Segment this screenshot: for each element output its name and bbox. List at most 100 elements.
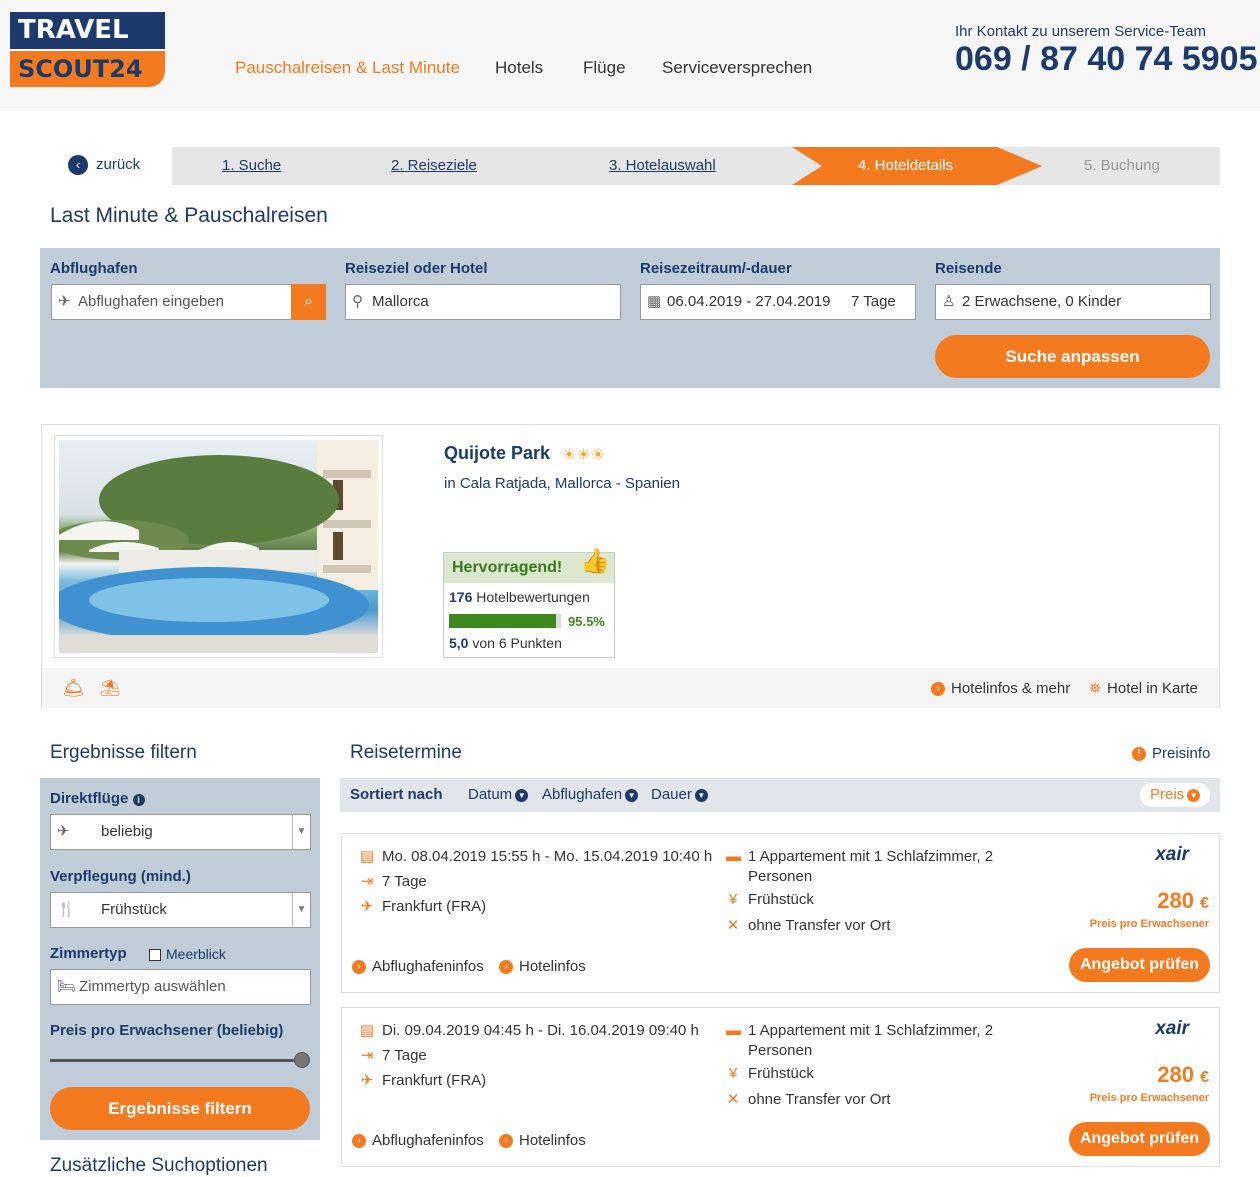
hotel-pool-illustration xyxy=(59,440,378,653)
sort-airport-label: Abflughafen xyxy=(542,786,623,803)
seaview-label: Meerblick xyxy=(166,946,226,962)
filter-submit-button[interactable]: Ergebnisse filtern xyxy=(50,1087,310,1130)
result-dates: ▤ Di. 09.04.2019 04:45 h - Di. 16.04.2019… xyxy=(360,1021,699,1039)
departure-input[interactable]: ✈ Abflughafen eingeben xyxy=(51,284,292,320)
result-price-value: 280 xyxy=(1157,1062,1194,1087)
destination-input[interactable]: ⚲ Mallorca xyxy=(345,284,621,320)
check-offer-button[interactable]: Angebot prüfen xyxy=(1069,948,1210,982)
rating-box[interactable]: Hervorragend! 👍 176 Hotelbewertungen 95.5… xyxy=(443,548,615,658)
cutlery-icon: 🍴 xyxy=(57,901,76,918)
beach-icon: ⛱ xyxy=(100,680,121,697)
direct-flights-value: beliebig xyxy=(101,823,153,840)
result-transfer-text: ohne Transfer vor Ort xyxy=(748,917,891,934)
duration-icon: ⇥ xyxy=(360,873,374,890)
nav-pauschalreisen[interactable]: Pauschalreisen & Last Minute xyxy=(235,58,460,78)
page-title: Last Minute & Pauschalreisen xyxy=(50,204,328,227)
hotel-map-link[interactable]: ⛯ Hotel in Karte xyxy=(1089,680,1198,697)
hotel-info-link[interactable]: › Hotelinfos xyxy=(499,1132,586,1149)
direct-flights-select[interactable]: ✈ beliebig ▼ xyxy=(50,814,311,850)
result-airport: ✈ Frankfurt (FRA) xyxy=(360,1071,486,1089)
contact-label: Ihr Kontakt zu unserem Service-Team xyxy=(955,23,1206,40)
step-buchung: 5. Buchung xyxy=(1084,157,1160,174)
reviews-count: 176 xyxy=(449,589,473,605)
step-hotelauswahl[interactable]: 3. Hotelauswahl xyxy=(609,147,716,185)
board-select[interactable]: 🍴 Frühstück ▼ xyxy=(50,892,311,928)
more-search-options[interactable]: Zusätzliche Suchoptionen xyxy=(50,1155,268,1177)
period-input[interactable]: ▦ 06.04.2019 - 27.04.2019 7 Tage xyxy=(640,284,916,320)
result-room: ▬ 1 Appartement mit 1 Schlafzimmer, 2 Pers… xyxy=(726,847,1026,887)
result-price: 280 € xyxy=(1157,1062,1209,1088)
location-pin-icon: ⚲ xyxy=(352,293,363,310)
reviews-line: 176 Hotelbewertungen xyxy=(449,589,590,605)
airport-info-link[interactable]: › Abflughafeninfos xyxy=(352,1132,484,1149)
destination-value: Mallorca xyxy=(372,293,429,310)
bed-icon: ▬ xyxy=(726,848,741,865)
result-card: ▤ Mo. 08.04.2019 15:55 h - Mo. 15.04.2019… xyxy=(341,833,1220,993)
rating-header: Hervorragend! 👍 xyxy=(444,548,614,583)
seaview-checkbox[interactable]: Meerblick xyxy=(149,946,226,962)
hotel-location: in Cala Ratjada, Mallorca - Spanien xyxy=(444,475,680,492)
step-reiseziele[interactable]: 2. Reiseziele xyxy=(391,147,477,185)
chevron-right-icon: › xyxy=(931,682,945,697)
hotel-info-link[interactable]: › Hotelinfos xyxy=(499,958,586,975)
sort-price[interactable]: Preis ▼ xyxy=(1140,783,1211,807)
sort-airport[interactable]: Abflughafen ▼ xyxy=(542,778,639,812)
contact-phone[interactable]: 069 / 87 40 74 5905 xyxy=(955,40,1258,79)
airport-info-link[interactable]: › Abflughafeninfos xyxy=(352,958,484,975)
hotel-name[interactable]: Quijote Park xyxy=(444,443,550,464)
travelscout24-logo[interactable]: TRAVEL SCOUT24 xyxy=(10,12,165,87)
chevron-right-icon: › xyxy=(499,960,513,975)
hotel-info-label: Hotelinfos & mehr xyxy=(951,680,1071,697)
hotel-info-link[interactable]: › Hotelinfos & mehr xyxy=(931,680,1070,697)
result-room-line2: Personen xyxy=(748,1042,813,1059)
destination-label: Reiseziel oder Hotel xyxy=(345,260,488,277)
travelers-value: 2 Erwachsene, 0 Kinder xyxy=(962,293,1122,310)
room-type-input[interactable]: 🛏 Zimmertyp auswählen xyxy=(50,969,311,1005)
back-button[interactable]: ‹ zurück xyxy=(68,155,140,175)
result-duration-text: 7 Tage xyxy=(382,1047,427,1064)
result-board: ¥ Frühstück xyxy=(726,1065,814,1082)
price-slider-track[interactable] xyxy=(50,1059,302,1062)
travelers-label: Reisende xyxy=(935,260,1002,277)
score-line: 5,0 von 6 Punkten xyxy=(449,635,562,651)
price-info-label: Preisinfo xyxy=(1152,745,1211,762)
nav-hotels[interactable]: Hotels xyxy=(495,58,543,78)
reviews-label: Hotelbewertungen xyxy=(476,589,590,605)
chevron-right-icon: › xyxy=(352,1134,366,1149)
operator-logo: xair xyxy=(1155,844,1189,865)
price-info-link[interactable]: ! Preisinfo xyxy=(1132,745,1210,762)
score-value: 5,0 xyxy=(449,635,469,651)
room-type-placeholder: Zimmertyp auswählen xyxy=(79,978,226,995)
results-title: Reisetermine xyxy=(350,742,462,763)
result-board: ¥ Frühstück xyxy=(726,891,814,908)
hotel-map-label: Hotel in Karte xyxy=(1107,680,1198,697)
step-suche[interactable]: 1. Suche xyxy=(222,147,281,185)
period-value: 06.04.2019 - 27.04.2019 xyxy=(667,293,831,310)
hotel-photo[interactable] xyxy=(54,435,383,658)
chevron-down-icon: ▼ xyxy=(694,788,708,802)
sort-bar: Sortiert nach Datum ▼ Abflughafen ▼ Dauer ▼… xyxy=(340,778,1220,812)
bed-icon: 🛏 xyxy=(57,978,77,995)
price-slider-handle[interactable] xyxy=(294,1052,310,1068)
nav-fluege[interactable]: Flüge xyxy=(583,58,626,78)
nav-serviceversprechen[interactable]: Serviceversprechen xyxy=(662,58,812,78)
result-card: ▤ Di. 09.04.2019 04:45 h - Di. 16.04.2019… xyxy=(341,1007,1220,1167)
price-filter-label: Preis pro Erwachsener (beliebig) xyxy=(50,1022,284,1039)
thumbs-up-icon: 👍 xyxy=(580,548,610,575)
info-icon[interactable]: i xyxy=(132,794,145,806)
travelers-input[interactable]: ♙ 2 Erwachsene, 0 Kinder xyxy=(935,284,1211,320)
step-hoteldetails: 4. Hoteldetails xyxy=(858,157,954,174)
search-submit-button[interactable]: Suche anpassen xyxy=(935,335,1210,378)
chevron-down-icon: ▼ xyxy=(515,788,529,802)
result-duration: ⇥ 7 Tage xyxy=(360,872,427,890)
departure-search-button[interactable]: ⌕ xyxy=(291,284,326,320)
result-transfer-text: ohne Transfer vor Ort xyxy=(748,1091,891,1108)
result-room: ▬ 1 Appartement mit 1 Schlafzimmer, 2 Pers… xyxy=(726,1021,1026,1061)
sort-duration[interactable]: Dauer ▼ xyxy=(651,778,708,812)
sort-date[interactable]: Datum ▼ xyxy=(468,778,529,812)
result-airport-text: Frankfurt (FRA) xyxy=(382,898,487,915)
duration-icon: ⇥ xyxy=(360,1047,374,1064)
rating-label: Hervorragend! xyxy=(452,559,563,576)
result-room-line2: Personen xyxy=(748,868,813,885)
check-offer-button[interactable]: Angebot prüfen xyxy=(1069,1122,1210,1156)
